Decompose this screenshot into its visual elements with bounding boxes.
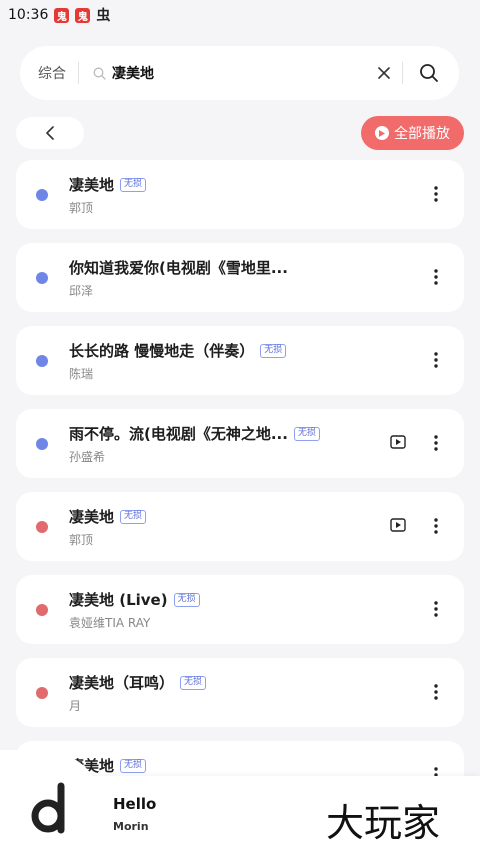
search-query[interactable]: 凄美地 <box>112 63 154 83</box>
more-button[interactable] <box>426 265 446 289</box>
chevron-left-icon <box>46 126 54 140</box>
more-vertical-icon <box>434 186 438 202</box>
song-artist: 郭顶 <box>69 201 94 215</box>
more-button[interactable] <box>426 431 446 455</box>
song-item[interactable]: 凄美地 无损 郭顶 <box>16 492 464 561</box>
more-button[interactable] <box>426 182 446 206</box>
song-item[interactable]: 凄美地 (Live) 无损 袁娅维TIA RAY <box>16 575 464 644</box>
song-artist: 孙盛希 <box>69 450 106 464</box>
more-vertical-icon <box>434 518 438 534</box>
more-vertical-icon <box>434 269 438 285</box>
song-item[interactable]: 凄美地 无损 郭顶 <box>16 160 464 229</box>
song-title: 凄美地（耳鸣） <box>69 674 175 692</box>
search-icon <box>93 67 106 80</box>
more-button[interactable] <box>426 514 446 538</box>
status-dot <box>36 687 48 699</box>
song-item[interactable]: 雨不停。流(电视剧《无神之地... 无损 孙盛希 <box>16 409 464 478</box>
bug-icon: 虫 <box>96 8 111 24</box>
more-vertical-icon <box>434 684 438 700</box>
lossless-badge: 无损 <box>173 592 200 607</box>
status-dot <box>36 521 48 533</box>
play-icon <box>375 126 389 140</box>
watermark-text: 大玩家 <box>326 801 441 845</box>
song-artist: 月 <box>69 699 82 713</box>
lossless-badge: 无损 <box>180 675 207 690</box>
music-search-screen: 10:36 鬼 鬼 虫 综合 凄美地 全部播放 凄美地 无损 郭顶 你知道我爱你… <box>0 0 480 853</box>
song-artist: 陈瑞 <box>69 367 94 381</box>
search-button[interactable] <box>417 61 441 85</box>
song-title: 凄美地 <box>69 508 115 526</box>
lossless-badge: 无损 <box>120 758 147 773</box>
clear-button[interactable] <box>372 61 396 85</box>
song-item[interactable]: 你知道我爱你(电视剧《雪地里... 邱泽 <box>16 243 464 312</box>
back-button[interactable] <box>16 117 84 149</box>
app-badge-icon: 鬼 <box>54 7 70 23</box>
now-playing-artist: Morin <box>113 820 149 833</box>
song-list: 凄美地 无损 郭顶 你知道我爱你(电视剧《雪地里... 邱泽 长长的路 慢慢地走… <box>16 160 464 824</box>
status-bar: 10:36 鬼 鬼 虫 <box>0 0 480 30</box>
more-button[interactable] <box>426 348 446 372</box>
song-artist: 邱泽 <box>69 284 94 298</box>
song-title: 雨不停。流(电视剧《无神之地... <box>69 425 288 443</box>
status-dot <box>36 355 48 367</box>
song-item[interactable]: 长长的路 慢慢地走（伴奏） 无损 陈瑞 <box>16 326 464 395</box>
mv-video-icon[interactable] <box>390 435 406 449</box>
lossless-badge: 无损 <box>120 509 147 524</box>
mv-video-icon[interactable] <box>390 518 406 532</box>
more-button[interactable] <box>426 680 446 704</box>
search-scope-label[interactable]: 综合 <box>38 63 66 83</box>
song-title: 凄美地 (Live) <box>69 591 168 609</box>
close-icon <box>378 67 390 79</box>
song-title: 你知道我爱你(电视剧《雪地里... <box>69 259 288 277</box>
song-item[interactable]: 凄美地（耳鸣） 无损 月 <box>16 658 464 727</box>
status-time: 10:36 <box>8 7 49 23</box>
more-vertical-icon <box>434 601 438 617</box>
song-title: 长长的路 慢慢地走（伴奏） <box>69 342 255 360</box>
divider <box>78 62 79 84</box>
cover-art-logo[interactable] <box>28 778 78 834</box>
song-artist: 郭顶 <box>69 533 94 547</box>
status-dot <box>36 438 48 450</box>
divider <box>402 62 403 84</box>
song-artist: 袁娅维TIA RAY <box>69 616 151 630</box>
lossless-badge: 无损 <box>120 177 147 192</box>
search-input[interactable]: 凄美地 <box>93 63 372 83</box>
status-dot <box>36 272 48 284</box>
play-all-label: 全部播放 <box>394 126 450 142</box>
status-dot <box>36 189 48 201</box>
more-button[interactable] <box>426 597 446 621</box>
status-dot <box>36 604 48 616</box>
app-badge-icon: 鬼 <box>75 7 91 23</box>
song-title: 凄美地 <box>69 176 115 194</box>
more-vertical-icon <box>434 435 438 451</box>
search-icon <box>420 64 438 82</box>
more-vertical-icon <box>434 352 438 368</box>
play-all-button[interactable]: 全部播放 <box>361 116 464 150</box>
search-bar: 综合 凄美地 <box>20 46 459 100</box>
now-playing-title[interactable]: Hello <box>113 795 156 813</box>
lossless-badge: 无损 <box>293 426 320 441</box>
lossless-badge: 无损 <box>260 343 287 358</box>
